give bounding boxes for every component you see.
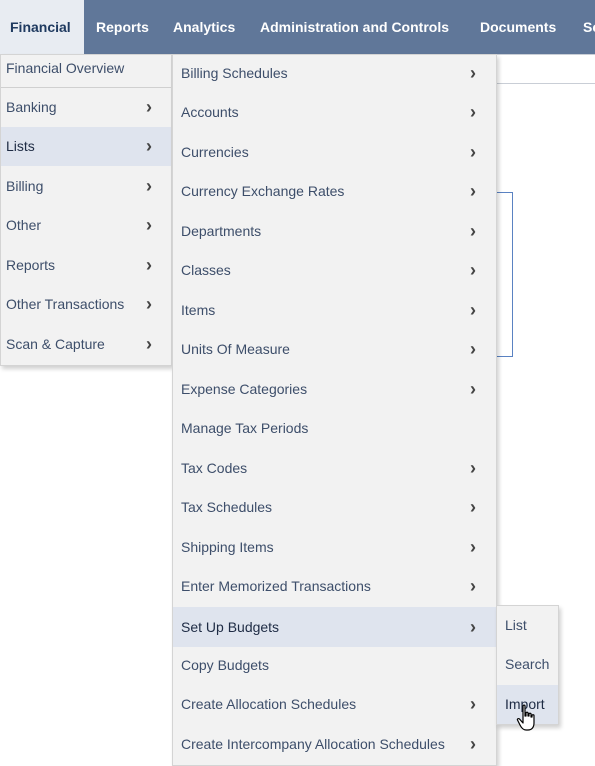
menu-item-search[interactable]: Search: [497, 645, 558, 684]
menu-item-label: Items: [181, 302, 216, 318]
chevron-right-icon: ›: [470, 694, 476, 714]
chevron-right-icon: ›: [146, 334, 152, 354]
chevron-right-icon: ›: [146, 176, 152, 196]
chevron-right-icon: ›: [146, 97, 152, 117]
menu-item-label: Accounts: [181, 104, 239, 120]
menu-item-label: Currency Exchange Rates: [181, 183, 345, 199]
chevron-right-icon: ›: [470, 497, 476, 517]
tab-reports[interactable]: Reports: [96, 0, 149, 54]
tab-analytics[interactable]: Analytics: [173, 0, 235, 54]
chevron-right-icon: ›: [470, 458, 476, 478]
menu-item-label: Classes: [181, 262, 231, 278]
page-divider: [496, 83, 595, 84]
menu-item-accounts[interactable]: Accounts ›: [173, 94, 496, 133]
menu-item-label: Shipping Items: [181, 539, 274, 555]
menu-item-banking[interactable]: Banking ›: [1, 88, 171, 127]
chevron-right-icon: ›: [470, 617, 476, 637]
menu-item-billing[interactable]: Billing ›: [1, 167, 171, 206]
top-navigation: Financial Reports Analytics Administrati…: [0, 0, 595, 54]
chevron-right-icon: ›: [146, 255, 152, 275]
menu-item-create-allocation-schedules[interactable]: Create Allocation Schedules ›: [173, 686, 496, 725]
menu-item-set-up-budgets[interactable]: Set Up Budgets ›: [173, 607, 496, 647]
menu-item-label: Set Up Budgets: [181, 619, 280, 635]
chevron-right-icon: ›: [146, 215, 152, 235]
menu-item-label: Billing Schedules: [181, 65, 288, 81]
page-panel-edge: [496, 192, 513, 357]
menu-item-label: Create Allocation Schedules: [181, 696, 357, 712]
tab-setup-partial[interactable]: Se: [583, 0, 595, 54]
chevron-right-icon: ›: [146, 136, 152, 156]
menu-item-enter-memorized-transactions[interactable]: Enter Memorized Transactions ›: [173, 568, 496, 607]
menu-item-tax-schedules[interactable]: Tax Schedules ›: [173, 489, 496, 528]
chevron-right-icon: ›: [470, 734, 476, 754]
menu-item-label: Departments: [181, 223, 262, 239]
menu-item-label: Tax Codes: [181, 460, 248, 476]
tab-documents[interactable]: Documents: [480, 0, 556, 54]
chevron-right-icon: ›: [146, 294, 152, 314]
menu-item-copy-budgets[interactable]: Copy Budgets: [173, 647, 496, 686]
chevron-right-icon: ›: [470, 63, 476, 83]
menu-item-reports[interactable]: Reports ›: [1, 246, 171, 285]
page-divider: [496, 54, 595, 55]
menu-item-currency-exchange-rates[interactable]: Currency Exchange Rates ›: [173, 173, 496, 212]
menu-item-create-intercompany-allocation-schedules[interactable]: Create Intercompany Allocation Schedules…: [173, 726, 496, 765]
menu-item-label: Reports: [6, 257, 56, 273]
menu-item-label: Currencies: [181, 144, 249, 160]
chevron-right-icon: ›: [470, 576, 476, 596]
menu-item-label: List: [505, 617, 527, 633]
menu-item-label: Expense Categories: [181, 381, 308, 397]
chevron-right-icon: ›: [470, 221, 476, 241]
menu-item-label: Create Intercompany Allocation Schedules: [181, 736, 445, 752]
menu-item-list[interactable]: List: [497, 606, 558, 645]
menu-item-tax-codes[interactable]: Tax Codes ›: [173, 450, 496, 489]
menu-item-expense-categories[interactable]: Expense Categories ›: [173, 371, 496, 410]
menu-item-departments[interactable]: Departments ›: [173, 213, 496, 252]
menu-item-label: Units Of Measure: [181, 341, 290, 357]
financial-menu: Financial Overview Banking › Lists › Bil…: [0, 54, 172, 366]
chevron-right-icon: ›: [470, 339, 476, 359]
menu-item-manage-tax-periods[interactable]: Manage Tax Periods: [173, 410, 496, 449]
menu-item-financial-overview[interactable]: Financial Overview: [1, 49, 171, 92]
menu-item-label: Other Transactions: [6, 296, 125, 312]
chevron-right-icon: ›: [470, 181, 476, 201]
menu-item-label: Financial Overview: [6, 60, 125, 76]
tab-administration-and-controls[interactable]: Administration and Controls: [260, 0, 449, 54]
menu-item-label: Lists: [6, 138, 35, 154]
chevron-right-icon: ›: [470, 142, 476, 162]
lists-submenu: Billing Schedules › Accounts › Currencie…: [172, 54, 497, 766]
menu-item-label: Scan & Capture: [6, 336, 105, 352]
menu-item-items[interactable]: Items ›: [173, 292, 496, 331]
chevron-right-icon: ›: [470, 260, 476, 280]
menu-item-label: Manage Tax Periods: [181, 420, 309, 436]
menu-item-label: Other: [6, 217, 42, 233]
menu-item-label: Enter Memorized Transactions: [181, 578, 371, 594]
menu-item-label: Copy Budgets: [181, 657, 269, 673]
menu-item-other-transactions[interactable]: Other Transactions ›: [1, 285, 171, 324]
menu-item-label: Search: [505, 656, 550, 672]
chevron-right-icon: ›: [470, 102, 476, 122]
menu-item-classes[interactable]: Classes ›: [173, 252, 496, 291]
chevron-right-icon: ›: [470, 300, 476, 320]
menu-item-lists[interactable]: Lists ›: [1, 127, 171, 166]
menu-item-shipping-items[interactable]: Shipping Items ›: [173, 529, 496, 568]
menu-item-other[interactable]: Other ›: [1, 206, 171, 245]
menu-item-label: Billing: [6, 178, 44, 194]
menu-item-billing-schedules[interactable]: Billing Schedules ›: [173, 55, 496, 94]
menu-item-currencies[interactable]: Currencies ›: [173, 134, 496, 173]
menu-item-scan-and-capture[interactable]: Scan & Capture ›: [1, 325, 171, 364]
menu-item-label: Tax Schedules: [181, 499, 273, 515]
chevron-right-icon: ›: [470, 537, 476, 557]
tab-financial[interactable]: Financial: [0, 0, 84, 54]
menu-item-units-of-measure[interactable]: Units Of Measure ›: [173, 331, 496, 370]
hand-pointer-icon: [516, 704, 535, 731]
menu-item-label: Banking: [6, 99, 57, 115]
chevron-right-icon: ›: [470, 379, 476, 399]
